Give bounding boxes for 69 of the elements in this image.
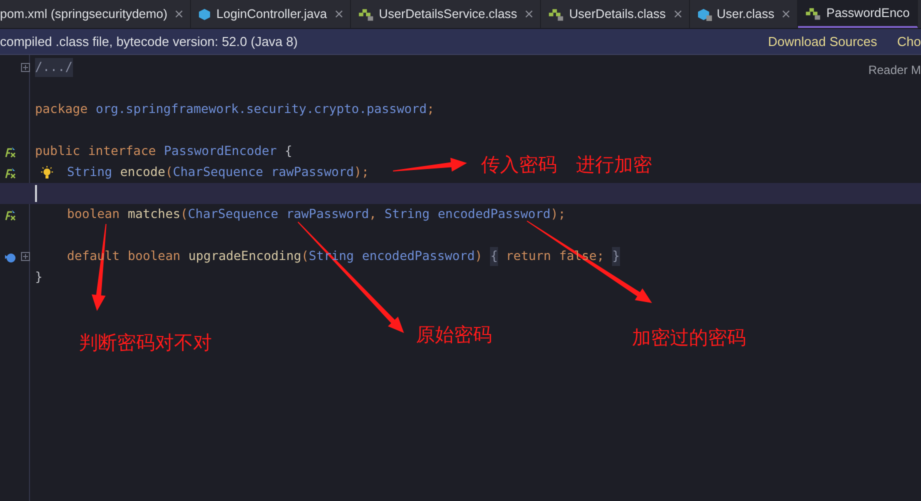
code-token: CharSequence — [172, 163, 264, 182]
code-token: public — [35, 142, 80, 160]
code-token: ) — [474, 247, 482, 266]
annotation-text: 判断密码对不对 — [79, 331, 212, 356]
code-token: ( — [165, 163, 173, 182]
annotation-text: 传入密码 进行加密 — [481, 153, 652, 178]
cube-icon — [198, 8, 212, 20]
close-icon[interactable] — [525, 10, 534, 18]
info-link[interactable]: Cho — [897, 32, 921, 52]
code-token: ( — [180, 205, 188, 224]
code-token: ( — [301, 247, 309, 266]
blocks-icon — [548, 8, 564, 20]
blocks-icon — [805, 6, 822, 20]
close-icon[interactable] — [782, 10, 790, 18]
close-icon[interactable] — [674, 10, 682, 18]
code-token: /.../ — [35, 58, 73, 77]
lightbulb-icon[interactable] — [40, 166, 54, 180]
tab-label: LoginController.java — [216, 6, 327, 23]
close-icon[interactable] — [334, 10, 343, 18]
code-token: { — [284, 142, 292, 160]
overridden-marker-icon[interactable] — [4, 250, 16, 262]
cube-icon — [696, 8, 712, 20]
fold-icon[interactable] — [20, 63, 30, 72]
tab-label: UserDetails.class — [569, 6, 666, 23]
implemented-marker-icon[interactable] — [4, 208, 16, 220]
code-token: matches — [128, 205, 180, 224]
tab-label: pom.xml (springsecuritydemo) — [0, 6, 168, 23]
code-token: interface — [88, 142, 156, 160]
code-token: upgradeEncoding — [188, 247, 302, 266]
code-token: ); — [550, 205, 566, 224]
tab-label: PasswordEnco — [826, 4, 910, 22]
implemented-marker-icon[interactable] — [4, 166, 16, 178]
code-token: String — [384, 205, 430, 224]
blocks-icon — [358, 8, 374, 20]
close-icon[interactable] — [175, 10, 184, 18]
code-token: ; — [426, 100, 434, 118]
code-token: String — [67, 163, 112, 182]
reader-mode-link[interactable]: Reader M — [868, 61, 921, 79]
tab-label: User.class — [716, 6, 774, 23]
text-cursor — [35, 185, 37, 202]
annotation-text: 原始密码 — [416, 323, 492, 348]
code-token: ); — [354, 163, 370, 182]
code-token: encodedPassword — [362, 247, 475, 266]
annotation-text: 加密过的密码 — [632, 326, 746, 351]
code-token: return — [506, 247, 552, 266]
code-token: PasswordEncoder — [164, 142, 277, 160]
tab-label: UserDetailsService.class — [378, 6, 518, 23]
code-token: CharSequence — [188, 205, 278, 224]
code-token: boolean — [67, 205, 120, 224]
editor-tab[interactable]: pom.xml (springsecuritydemo) — [0, 0, 192, 28]
editor-tab[interactable]: UserDetailsService.class — [350, 0, 542, 28]
code-token: } — [612, 247, 620, 266]
code-token: rawPassword — [286, 205, 370, 224]
info-message: compiled .class file, bytecode version: 52.0 (Java 8) — [0, 32, 298, 51]
code-token: org.springframework.security.crypto.password — [96, 100, 427, 118]
fold-icon[interactable] — [20, 252, 30, 261]
code-token: encode — [120, 163, 166, 182]
info-link[interactable]: Download Sources — [768, 32, 878, 52]
code-token: rawPassword — [271, 163, 354, 182]
editor-tab[interactable]: PasswordEnco — [798, 0, 918, 28]
code-token: { — [490, 247, 498, 266]
code-token: } — [35, 268, 43, 286]
code-token: , — [369, 205, 377, 224]
code-token: boolean — [128, 247, 180, 266]
code-token: package — [35, 100, 88, 118]
implemented-marker-icon[interactable] — [4, 146, 16, 158]
code-token: encodedPassword — [438, 205, 551, 224]
editor-tab[interactable]: LoginController.java — [191, 0, 351, 28]
editor-tab[interactable]: UserDetails.class — [541, 0, 690, 28]
